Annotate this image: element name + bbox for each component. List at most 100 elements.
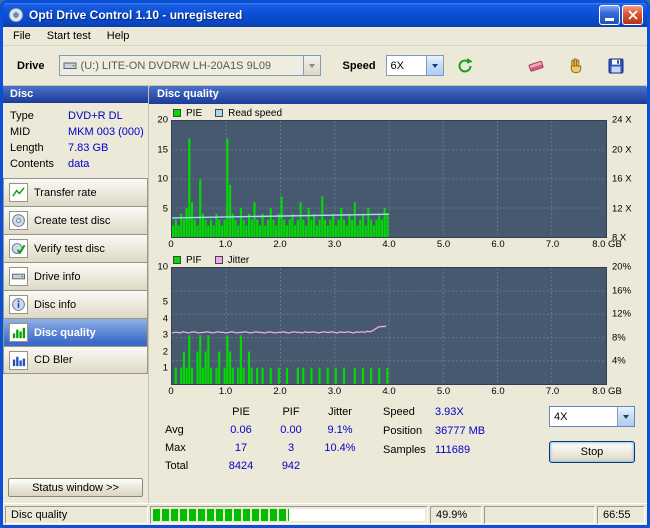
pif-chart-plot	[171, 267, 607, 385]
statusbar-spacer	[484, 505, 595, 524]
stop-button[interactable]: Stop	[549, 441, 635, 463]
axis-tick-label: 7.0	[545, 386, 560, 397]
sidebar-item-verify-test-disc[interactable]: Verify test disc	[3, 234, 148, 262]
stat-row-label: Total	[165, 460, 189, 472]
chevron-down-icon[interactable]	[617, 407, 634, 426]
pie-y-axis-left: 20 15 10 5	[149, 115, 171, 238]
erase-disc-button[interactable]	[523, 54, 549, 78]
pif-x-axis: 0 1.0 2.0 3.0 4.0 5.0 6.0 7.0 8.0 GB	[168, 385, 621, 398]
titlebar[interactable]: Opti Drive Control 1.10 - unregistered	[3, 3, 647, 27]
menu-start-test[interactable]: Start test	[39, 28, 99, 44]
info-value: data	[68, 158, 90, 170]
close-icon	[627, 10, 638, 20]
axis-tick-label: 8.0 GB	[592, 386, 622, 397]
drive-select[interactable]: (U:) LITE-ON DVDRW LH-20A1S 9L09	[58, 55, 321, 76]
window-title: Opti Drive Control 1.10 - unregistered	[29, 8, 243, 22]
sidebar-item-cd-bler[interactable]: CD Bler	[3, 346, 148, 374]
menu-help[interactable]: Help	[99, 28, 138, 44]
samples-stat-label: Samples	[383, 444, 426, 456]
stat-value: 17	[234, 442, 248, 454]
info-value: 7.83 GB	[68, 142, 109, 154]
test-nav: Transfer rate Create test disc Verify te…	[3, 178, 148, 374]
stat-value: 10.4%	[324, 442, 356, 454]
refresh-speeds-button[interactable]	[452, 54, 478, 78]
stat-value: 9.1%	[327, 424, 353, 436]
axis-tick-label: 6.0	[491, 239, 505, 250]
axis-tick-label: 2	[162, 346, 168, 358]
eject-button[interactable]	[563, 54, 589, 78]
pif-chart-legend: PIF Jitter	[149, 253, 647, 267]
chevron-down-icon[interactable]	[302, 56, 320, 75]
info-value: MKM 003 (000)	[68, 126, 144, 138]
stat-corner	[165, 406, 213, 421]
stat-col-pif: PIF	[282, 406, 300, 418]
axis-tick-label: 20	[157, 114, 168, 126]
app-icon	[8, 7, 24, 23]
info-row-contents: Contents data	[10, 156, 144, 172]
minimize-icon	[605, 18, 614, 21]
axis-tick-label: 5.0	[436, 386, 451, 397]
info-label: Type	[10, 110, 34, 122]
pie-chart-canvas	[172, 121, 606, 237]
axis-tick-label: 20%	[612, 261, 632, 273]
stat-value: 0.00	[280, 424, 302, 436]
axis-tick-label: 3	[162, 329, 168, 341]
verify-test-disc-icon	[9, 239, 28, 258]
sidebar-item-transfer-rate[interactable]: Transfer rate	[3, 178, 148, 206]
main-panel: Disc quality PIE Read speed 20 15 10 5 24 X…	[149, 86, 647, 503]
cd-bler-icon	[9, 350, 28, 370]
info-label: Length	[10, 142, 44, 154]
axis-tick-label: 12%	[612, 308, 632, 320]
write-speed-select[interactable]: 4X	[549, 406, 635, 427]
sidebar-item-disc-quality[interactable]: Disc quality	[3, 318, 148, 346]
write-speed-value: 4X	[554, 410, 568, 423]
info-row-type: Type DVD+R DL	[10, 108, 144, 124]
progress-cell	[150, 505, 428, 524]
save-results-button[interactable]	[603, 54, 629, 78]
sidebar-item-disc-info[interactable]: Disc info	[3, 290, 148, 318]
axis-tick-label: 1.0	[218, 239, 233, 250]
speed-stat-value: 3.93X	[435, 406, 464, 418]
pie-y-axis-right: 24 X 20 X 16 X 12 X8 X	[607, 115, 647, 244]
menubar: File Start test Help	[3, 27, 647, 46]
pif-legend-swatch	[173, 256, 181, 264]
quality-stats-table: PIE PIF Jitter Avg 0.06 0.00 9.1% Max 17…	[165, 406, 367, 475]
transfer-rate-icon	[9, 183, 28, 202]
axis-tick-label: 10	[157, 261, 168, 273]
status-window-button[interactable]: Status window >>	[8, 478, 143, 497]
sidebar-item-label: Disc quality	[34, 326, 96, 339]
sidebar-item-drive-info[interactable]: Drive info	[3, 262, 148, 290]
close-button[interactable]	[622, 5, 643, 25]
sidebar-item-create-test-disc[interactable]: Create test disc	[3, 206, 148, 234]
refresh-icon	[458, 57, 473, 72]
hand-icon	[570, 57, 582, 73]
stat-col-pie: PIE	[232, 406, 250, 418]
axis-tick-label: 4.0	[382, 386, 396, 397]
eraser-icon	[528, 60, 544, 72]
axis-tick-label: 24 X	[612, 114, 632, 126]
pie-x-axis: 0 1.0 2.0 3.0 4.0 5.0 6.0 7.0 8.0 GB	[168, 238, 621, 251]
info-label: MID	[10, 126, 31, 138]
pif-y-axis-right: 20% 16% 12% 8% 4%	[607, 262, 647, 385]
disc-quality-icon	[9, 323, 28, 342]
chevron-down-icon[interactable]	[425, 56, 443, 75]
axis-tick-label: 4	[162, 313, 168, 325]
speed-select[interactable]: 6X	[385, 55, 444, 76]
axis-tick-label: 15	[157, 144, 168, 155]
drive-icon	[63, 59, 77, 73]
axis-tick-label: 16 X	[612, 173, 632, 185]
axis-tick-label: 4.0	[382, 239, 396, 250]
axis-tick-label: 6.0	[491, 386, 505, 397]
minimize-button[interactable]	[599, 5, 620, 25]
pie-legend-swatch	[173, 109, 181, 117]
axis-tick-label: 8%	[612, 332, 626, 344]
speed-label: Speed	[342, 59, 376, 72]
create-test-disc-icon	[9, 211, 28, 230]
menu-file[interactable]: File	[5, 28, 39, 44]
pif-legend-label: PIF	[186, 254, 202, 266]
jitter-legend-swatch	[214, 256, 223, 264]
progress-bar	[153, 508, 425, 521]
sidebar-item-label: Create test disc	[34, 214, 111, 227]
app-window: Opti Drive Control 1.10 - unregistered F…	[0, 0, 650, 528]
speed-select-value: 6X	[390, 59, 405, 72]
